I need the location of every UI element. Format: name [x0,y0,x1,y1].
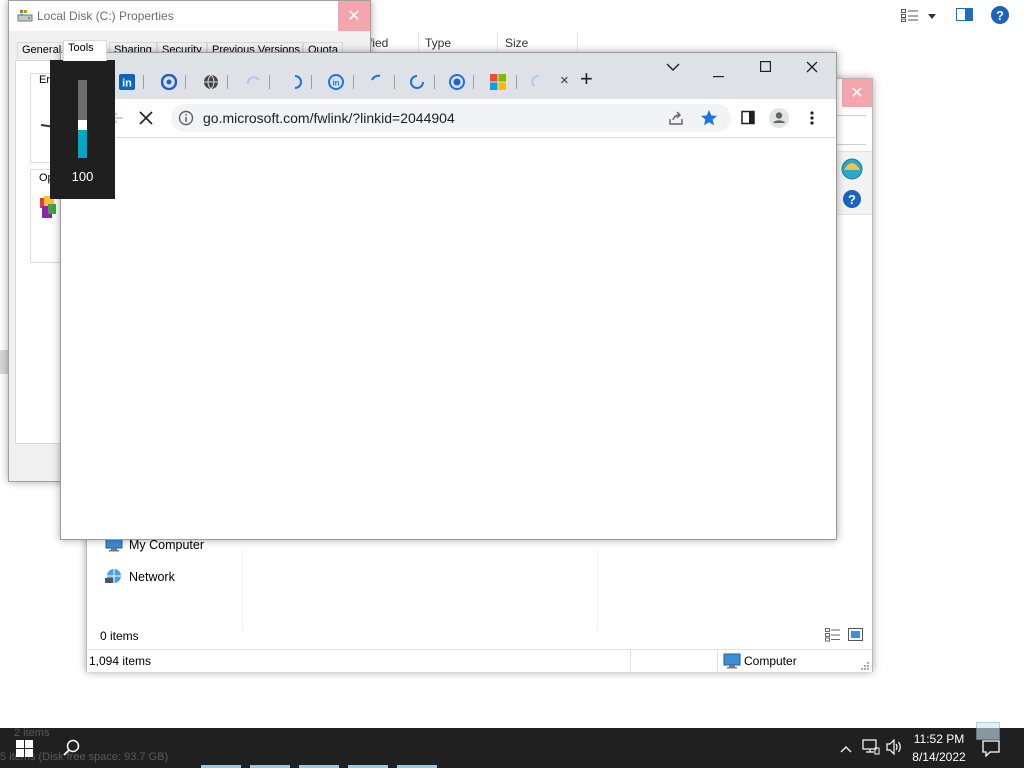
close-button[interactable]: ✕ [338,1,370,31]
drive-icon [17,9,33,26]
svg-text:?: ? [996,8,1004,23]
nav-item-label: My Computer [129,538,205,552]
volume-level-thumb[interactable] [78,120,87,130]
help-icon[interactable]: ? [990,5,1010,28]
folder-item-count: 0 items [100,629,139,643]
svg-text:?: ? [848,192,856,207]
site-info-icon[interactable] [178,110,194,129]
resize-grip-icon[interactable] [860,660,870,674]
pane-divider [597,549,598,629]
close-icon: ✕ [347,8,361,25]
loading-spinner-icon [409,74,425,90]
details-view-icon[interactable] [825,628,841,645]
status-bar: 1,094 items Computer [87,649,872,672]
linkedin-icon[interactable]: in [119,74,135,90]
network-icon [105,568,123,587]
url-text[interactable]: go.microsoft.com/fwlink/?linkid=2044904 [203,110,455,126]
stop-loading-button[interactable] [132,104,160,132]
view-options-icon[interactable] [901,8,919,22]
search-box[interactable] [835,115,866,145]
tab-separator [143,75,144,89]
status-location: Computer [744,654,797,668]
close-button[interactable] [806,61,818,76]
browser-window: in in × + go.microsoft.com/fwlink/?linki… [60,52,837,540]
status-item-count: 1,094 items [89,654,152,668]
start-button[interactable] [16,740,33,760]
loading-spinner-icon [245,74,261,90]
taskbar-ghost-text: 2 items [14,727,50,739]
edge-loading-icon[interactable] [449,74,465,90]
tab-separator [227,75,228,89]
column-header-size[interactable]: Size [505,36,528,52]
bookmark-star-icon[interactable] [700,109,718,130]
volume-level-label: 100 [71,169,94,184]
tab-search-chevron-icon[interactable] [666,61,680,75]
dialog-titlebar: Local Disk (C:) Properties ✕ [9,1,370,31]
volume-osd: 100 [50,60,115,199]
desktop-thumbnail-ghost [976,722,1000,740]
defragment-icon [40,196,60,225]
edge-icon[interactable] [160,73,178,91]
left-edge-scroll-indicator [0,350,8,374]
taskbar: 2 items 5 items (Disk free space: 93.7 G… [0,722,1024,768]
preview-pane-icon[interactable] [956,8,974,25]
profile-avatar-icon[interactable] [768,107,790,132]
maximize-button[interactable] [760,61,772,76]
svg-text:in: in [332,79,339,88]
volume-level-fill [78,130,87,158]
status-divider [717,650,718,672]
tab-separator [269,75,270,89]
shell-icon[interactable] [840,156,864,183]
explorer-toolbar: ? [835,151,872,215]
clock-time[interactable]: 11:52 PM [906,732,972,746]
nav-item-label: Network [129,570,175,584]
status-divider [630,650,631,672]
column-header-date-modified[interactable]: fied [369,36,388,52]
linkedin-loading-icon[interactable]: in [328,74,344,90]
tab-strip: in in × + [61,53,836,99]
computer-icon [723,653,741,672]
dialog-title: Local Disk (C:) Properties [37,9,174,23]
network-icon[interactable] [862,739,880,758]
volume-level-track-upper [78,80,87,120]
close-button[interactable]: ✕ [842,79,872,107]
minimize-button[interactable] [713,67,725,81]
clock-date[interactable]: 8/14/2022 [906,750,972,764]
side-panel-icon[interactable] [741,110,757,129]
microsoft-logo-icon[interactable] [490,74,506,90]
pane-divider [242,549,243,629]
view-dropdown-chevron-icon[interactable] [927,10,937,24]
column-header-type[interactable]: Type [425,36,451,52]
tab-separator [473,75,474,89]
tab-close-button[interactable]: × [560,72,569,89]
large-icons-view-icon[interactable] [848,628,864,645]
globe-icon[interactable] [203,74,219,90]
tab-separator [434,75,435,89]
nav-item-network[interactable]: Network [105,567,175,587]
tab-separator [353,75,354,89]
new-tab-button[interactable]: + [580,68,593,90]
search-icon[interactable] [63,739,81,760]
tab-separator [516,75,517,89]
more-menu-icon[interactable] [810,110,814,129]
help-icon[interactable]: ? [842,189,862,212]
share-icon[interactable] [668,110,684,129]
volume-level-track [78,80,87,158]
svg-text:in: in [122,78,132,90]
show-hidden-icons-chevron[interactable] [840,742,852,756]
active-tab-loading-icon[interactable] [531,74,547,90]
tab-separator [394,75,395,89]
tab-separator [311,75,312,89]
notification-center-icon[interactable] [982,739,1000,760]
tab-general[interactable]: General [17,42,63,60]
tab-tools[interactable]: Tools [63,40,107,61]
volume-icon[interactable] [886,738,904,758]
page-content-area[interactable] [61,138,836,538]
tab-separator [185,75,186,89]
loading-spinner-icon [287,74,303,90]
loading-spinner-icon [370,74,386,90]
close-icon: ✕ [850,85,864,102]
